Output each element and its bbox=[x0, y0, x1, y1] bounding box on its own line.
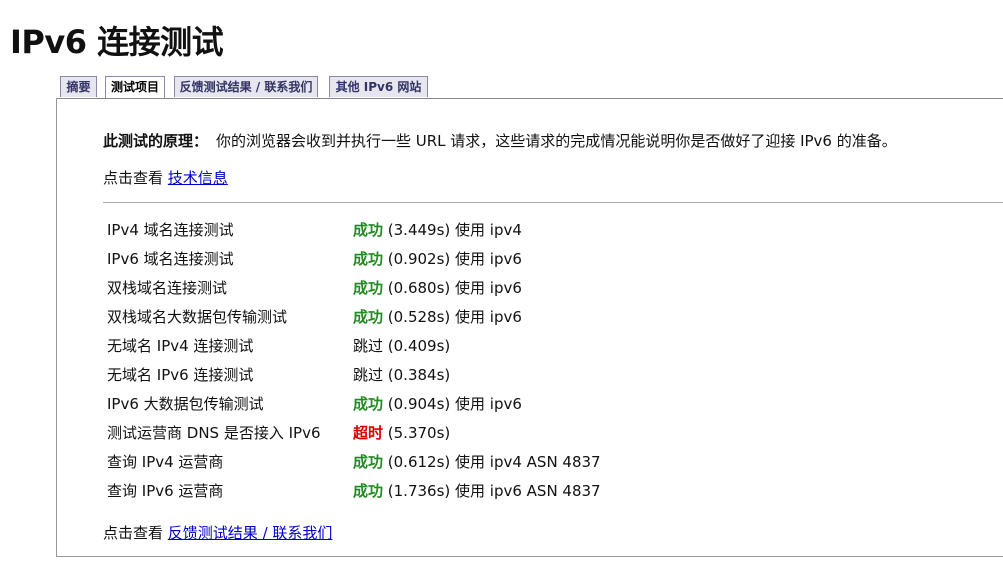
table-row: 双栈域名连接测试 成功 (0.680s) 使用 ipv6 bbox=[107, 273, 601, 302]
test-name: 测试运营商 DNS 是否接入 IPv6 bbox=[107, 424, 321, 442]
table-row: 测试运营商 DNS 是否接入 IPv6 超时 (5.370s) bbox=[107, 418, 601, 447]
result-detail: (3.449s) 使用 ipv4 bbox=[383, 221, 522, 239]
tab-panel: 此测试的原理： 你的浏览器会收到并执行一些 URL 请求，这些请求的完成情况能说明… bbox=[56, 98, 1003, 557]
status-label: 成功 bbox=[353, 395, 384, 413]
test-result: 成功 (0.904s) 使用 ipv6 bbox=[353, 389, 601, 418]
principle-text: 此测试的原理： 你的浏览器会收到并执行一些 URL 请求，这些请求的完成情况能说明… bbox=[103, 130, 897, 151]
feedback-line: 点击查看 反馈测试结果 / 联系我们 bbox=[103, 522, 332, 543]
table-row: 无域名 IPv6 连接测试 跳过 (0.384s) bbox=[107, 360, 601, 389]
feedback-link[interactable]: 反馈测试结果 / 联系我们 bbox=[168, 524, 333, 542]
page-title: IPv6 连接测试 bbox=[10, 23, 224, 61]
feedback-prefix: 点击查看 bbox=[103, 524, 164, 542]
status-label: 跳过 bbox=[353, 366, 384, 384]
tab-test-items[interactable]: 测试项目 bbox=[105, 76, 165, 98]
test-result: 成功 (0.902s) 使用 ipv6 bbox=[353, 244, 601, 273]
table-row: 查询 IPv6 运营商 成功 (1.736s) 使用 ipv6 ASN 4837 bbox=[107, 476, 601, 505]
test-name: 无域名 IPv4 连接测试 bbox=[107, 337, 254, 355]
test-result: 成功 (0.612s) 使用 ipv4 ASN 4837 bbox=[353, 447, 601, 476]
table-row: 双栈域名大数据包传输测试 成功 (0.528s) 使用 ipv6 bbox=[107, 302, 601, 331]
table-row: 查询 IPv4 运营商 成功 (0.612s) 使用 ipv4 ASN 4837 bbox=[107, 447, 601, 476]
result-detail: (1.736s) 使用 ipv6 ASN 4837 bbox=[383, 482, 601, 500]
results-table: IPv4 域名连接测试 成功 (3.449s) 使用 ipv4 IPv6 域名连接测… bbox=[107, 215, 601, 505]
status-label: 成功 bbox=[353, 482, 384, 500]
status-label: 超时 bbox=[353, 424, 384, 442]
tech-info-line: 点击查看 技术信息 bbox=[103, 167, 228, 188]
test-result: 成功 (0.680s) 使用 ipv6 bbox=[353, 273, 601, 302]
divider bbox=[103, 202, 1003, 203]
result-detail: (5.370s) bbox=[383, 424, 451, 442]
test-result: 跳过 (0.384s) bbox=[353, 360, 601, 389]
table-row: 无域名 IPv4 连接测试 跳过 (0.409s) bbox=[107, 331, 601, 360]
test-result: 成功 (3.449s) 使用 ipv4 bbox=[353, 215, 601, 244]
test-result: 成功 (1.736s) 使用 ipv6 ASN 4837 bbox=[353, 476, 601, 505]
test-name: 双栈域名大数据包传输测试 bbox=[107, 308, 288, 326]
status-label: 成功 bbox=[353, 279, 384, 297]
status-label: 成功 bbox=[353, 221, 384, 239]
principle-description: 你的浏览器会收到并执行一些 URL 请求，这些请求的完成情况能说明你是否做好了迎… bbox=[216, 132, 897, 150]
status-label: 成功 bbox=[353, 453, 384, 471]
tab-bar: 摘要 测试项目 反馈测试结果 / 联系我们 其他 IPv6 网站 bbox=[57, 76, 1003, 99]
table-row: IPv6 域名连接测试 成功 (0.902s) 使用 ipv6 bbox=[107, 244, 601, 273]
test-name: IPv6 大数据包传输测试 bbox=[107, 395, 264, 413]
status-label: 成功 bbox=[353, 308, 384, 326]
status-label: 跳过 bbox=[353, 337, 384, 355]
test-name: 查询 IPv6 运营商 bbox=[107, 482, 224, 500]
test-name: 双栈域名连接测试 bbox=[107, 279, 228, 297]
tech-info-prefix: 点击查看 bbox=[103, 169, 164, 187]
principle-label: 此测试的原理： bbox=[103, 132, 209, 150]
result-detail: (0.409s) bbox=[383, 337, 451, 355]
test-result: 超时 (5.370s) bbox=[353, 418, 601, 447]
tech-info-link[interactable]: 技术信息 bbox=[168, 169, 228, 187]
result-detail: (0.528s) 使用 ipv6 bbox=[383, 308, 522, 326]
table-row: IPv6 大数据包传输测试 成功 (0.904s) 使用 ipv6 bbox=[107, 389, 601, 418]
status-label: 成功 bbox=[353, 250, 384, 268]
result-detail: (0.902s) 使用 ipv6 bbox=[383, 250, 522, 268]
test-name: 无域名 IPv6 连接测试 bbox=[107, 366, 254, 384]
test-name: 查询 IPv4 运营商 bbox=[107, 453, 224, 471]
test-name: IPv6 域名连接测试 bbox=[107, 250, 234, 268]
table-row: IPv4 域名连接测试 成功 (3.449s) 使用 ipv4 bbox=[107, 215, 601, 244]
result-detail: (0.384s) bbox=[383, 366, 451, 384]
tab-feedback[interactable]: 反馈测试结果 / 联系我们 bbox=[174, 76, 318, 97]
result-detail: (0.612s) 使用 ipv4 ASN 4837 bbox=[383, 453, 601, 471]
test-name: IPv4 域名连接测试 bbox=[107, 221, 234, 239]
test-result: 跳过 (0.409s) bbox=[353, 331, 601, 360]
result-detail: (0.904s) 使用 ipv6 bbox=[383, 395, 522, 413]
tab-other-sites[interactable]: 其他 IPv6 网站 bbox=[329, 76, 428, 97]
result-detail: (0.680s) 使用 ipv6 bbox=[383, 279, 522, 297]
tab-summary[interactable]: 摘要 bbox=[60, 76, 97, 97]
test-result: 成功 (0.528s) 使用 ipv6 bbox=[353, 302, 601, 331]
